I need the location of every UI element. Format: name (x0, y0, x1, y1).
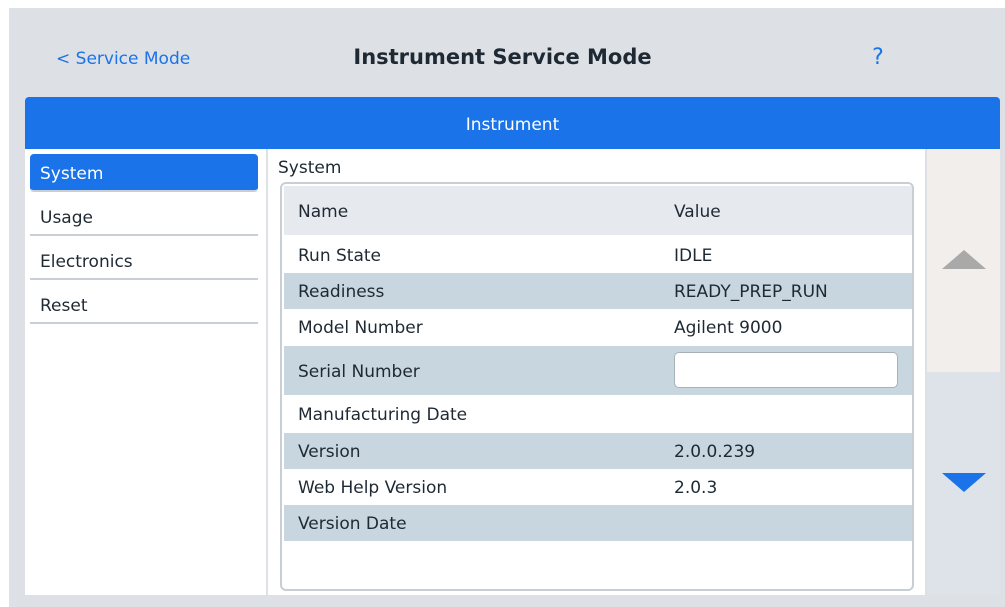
row-name: Web Help Version (298, 478, 448, 498)
row-name: Model Number (298, 318, 423, 338)
table-row: Serial Number (284, 346, 912, 395)
table-row: Run State IDLE (284, 235, 912, 273)
row-name: Manufacturing Date (298, 405, 468, 425)
sidebar-item-electronics[interactable]: Electronics (30, 242, 258, 280)
sidebar-nav: System Usage Electronics Reset (25, 149, 266, 595)
triangle-up-icon (942, 250, 986, 269)
sidebar-item-reset[interactable]: Reset (30, 286, 258, 324)
scroll-down-button[interactable] (927, 372, 1000, 595)
row-name: Serial Number (298, 362, 420, 382)
main-panel: System Name Value Run State IDLE Readine… (268, 149, 925, 595)
table-row: Model Number Agilent 9000 (284, 309, 912, 346)
row-name: Version (298, 442, 361, 462)
row-value: IDLE (674, 246, 713, 266)
row-value: 2.0.0.239 (674, 442, 756, 462)
scroll-up-button[interactable] (927, 149, 1000, 372)
table-row: Readiness READY_PREP_RUN (284, 273, 912, 309)
scroll-controls (927, 149, 1000, 595)
row-name: Run State (298, 246, 381, 266)
table-row: Web Help Version 2.0.3 (284, 469, 912, 505)
properties-table: Name Value Run State IDLE Readiness READ… (280, 182, 914, 591)
panel-heading: System (278, 158, 342, 178)
help-icon[interactable]: ? (866, 45, 890, 70)
page-title: Instrument Service Mode (353, 45, 652, 69)
table-row: Version 2.0.0.239 (284, 433, 912, 469)
row-value: READY_PREP_RUN (674, 282, 828, 302)
triangle-down-icon (942, 473, 986, 492)
table-header-row: Name Value (284, 186, 912, 235)
row-value: Agilent 9000 (674, 318, 783, 338)
section-header-bar: Instrument (25, 97, 1000, 149)
table-row: Manufacturing Date (284, 395, 912, 433)
row-name: Readiness (298, 282, 385, 302)
row-value: 2.0.3 (674, 478, 718, 498)
row-name: Version Date (298, 514, 407, 534)
column-header-name: Name (298, 202, 349, 222)
table-row: Version Date (284, 505, 912, 541)
sidebar-item-system[interactable]: System (30, 154, 258, 192)
sidebar-item-usage[interactable]: Usage (30, 198, 258, 236)
serial-number-input[interactable] (674, 352, 898, 388)
column-header-value: Value (674, 202, 721, 222)
